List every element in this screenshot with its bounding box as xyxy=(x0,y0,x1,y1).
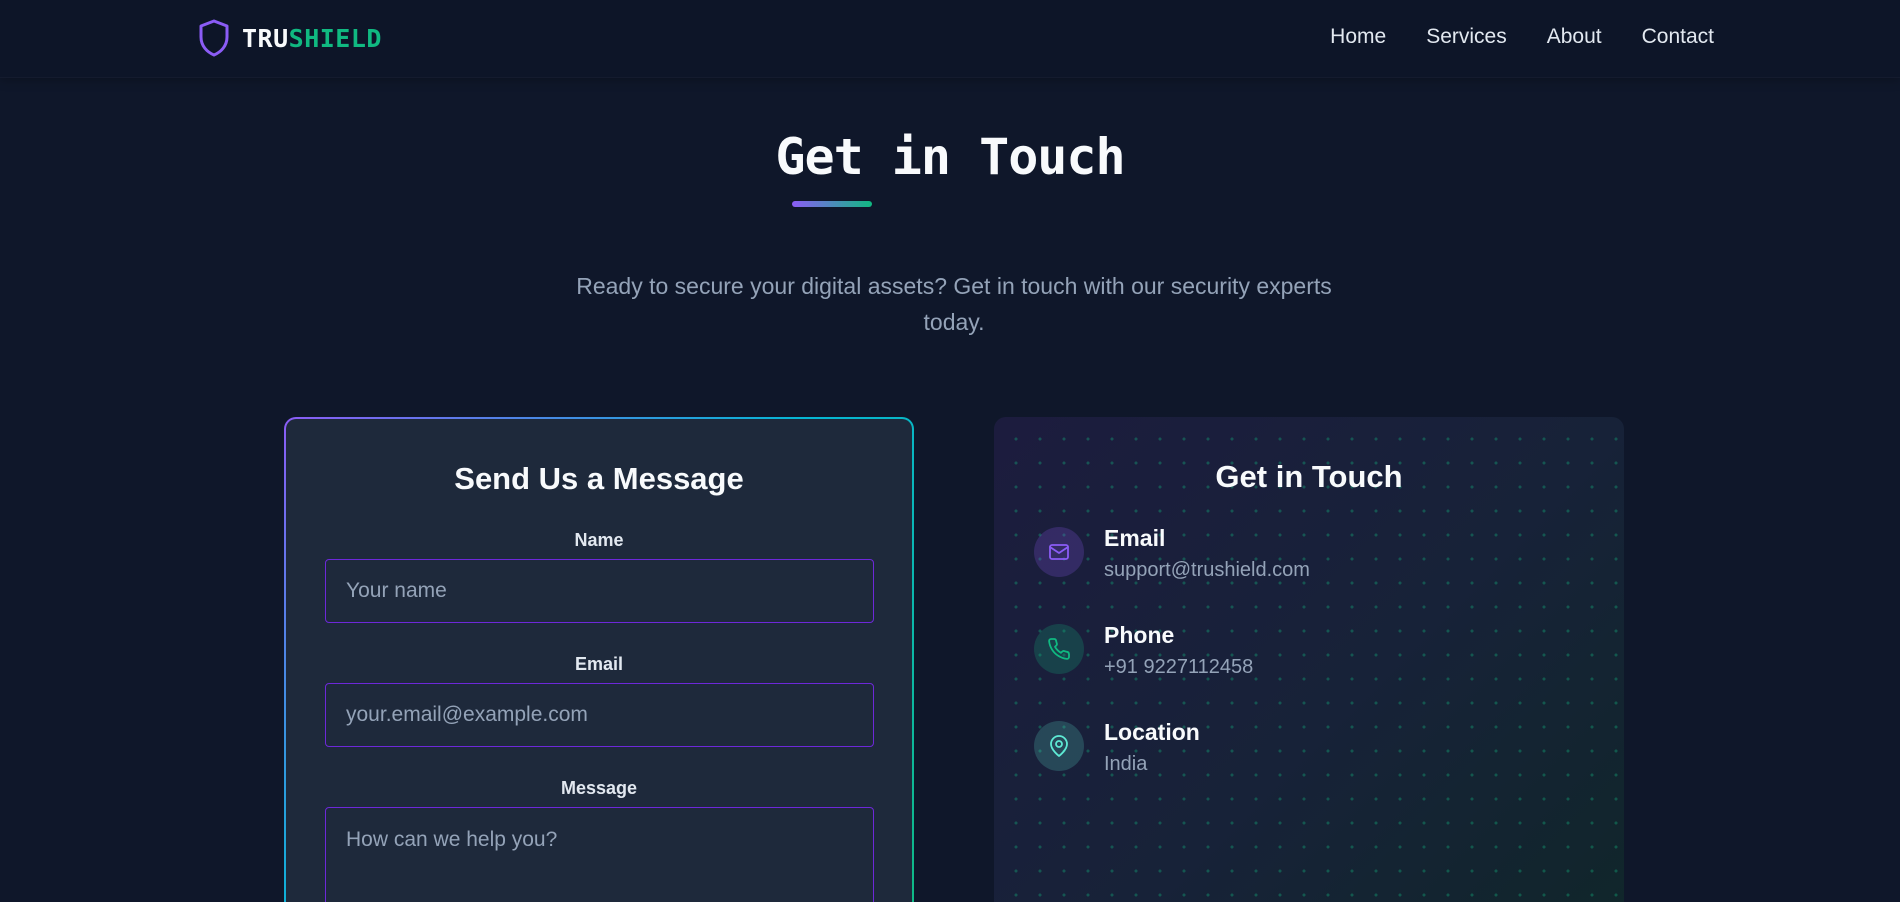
phone-icon xyxy=(1034,624,1084,674)
mail-icon xyxy=(1034,527,1084,577)
name-input[interactable] xyxy=(325,559,874,623)
main-nav: Home Services About Contact xyxy=(1330,22,1714,52)
nav-about[interactable]: About xyxy=(1547,22,1602,52)
phone-info-value: +91 9227112458 xyxy=(1104,656,1254,678)
name-label: Name xyxy=(574,530,624,550)
shield-icon xyxy=(199,19,229,57)
phone-info-label: Phone xyxy=(1104,622,1175,648)
email-info-label: Email xyxy=(1104,525,1166,551)
site-header: TRUSHIELD Home Services About Contact xyxy=(0,0,1900,78)
page-title: Get in Touch xyxy=(775,128,1125,186)
info-title: Get in Touch xyxy=(1215,459,1403,494)
page-subtitle: Ready to secure your digital assets? Get… xyxy=(576,273,1332,335)
location-info-value: India xyxy=(1104,753,1148,775)
brand-name: TRUSHIELD xyxy=(242,24,382,53)
info-item-phone: Phone +91 9227112458 xyxy=(1034,622,1594,704)
email-label: Email xyxy=(574,654,624,674)
brand-name-part1: TRU xyxy=(242,23,289,53)
message-label: Message xyxy=(560,778,638,798)
map-pin-icon xyxy=(1034,721,1084,771)
info-item-email: Email support@trushield.com xyxy=(1034,525,1594,607)
email-info-value: support@trushield.com xyxy=(1104,559,1310,581)
message-textarea[interactable] xyxy=(325,807,874,902)
form-title: Send Us a Message xyxy=(454,461,744,496)
title-underline xyxy=(792,201,872,207)
contact-info-card: Get in Touch Email support@trushield.com… xyxy=(994,417,1624,902)
brand-logo[interactable]: TRUSHIELD xyxy=(198,18,382,58)
nav-services[interactable]: Services xyxy=(1426,22,1507,52)
email-input[interactable] xyxy=(325,683,874,747)
contact-form-card: Send Us a Message Name Email Message xyxy=(284,417,914,902)
location-info-label: Location xyxy=(1104,719,1200,745)
info-item-location: Location India xyxy=(1034,719,1594,801)
brand-name-part2: SHIELD xyxy=(288,23,382,53)
nav-contact[interactable]: Contact xyxy=(1642,22,1714,52)
nav-home[interactable]: Home xyxy=(1330,22,1386,52)
